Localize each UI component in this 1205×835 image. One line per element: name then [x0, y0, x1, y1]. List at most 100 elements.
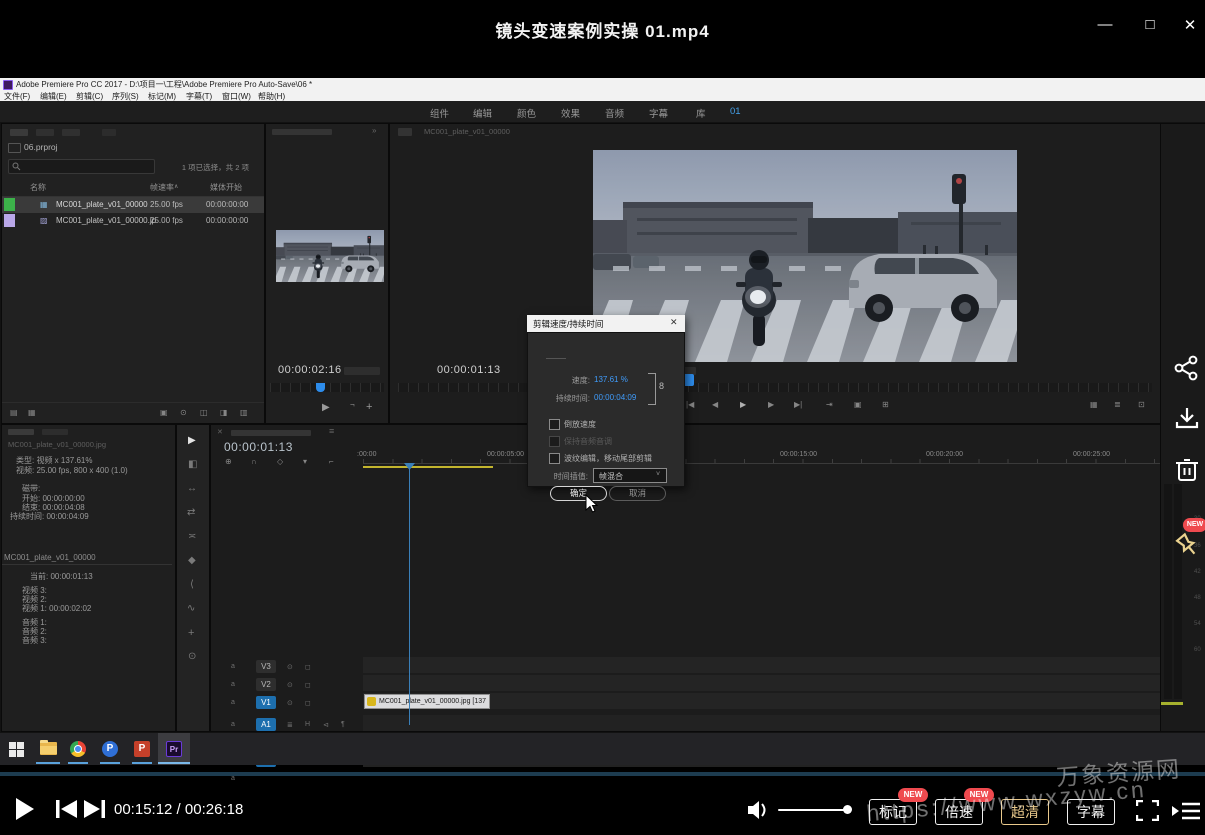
project-search-input[interactable]	[8, 159, 155, 174]
chrome-icon[interactable]	[70, 741, 86, 757]
workspace-editing[interactable]: 编辑	[473, 106, 492, 120]
project-row[interactable]: ▨ MC001_plate_v01_00000.jp 25.00 fps 00:…	[2, 213, 264, 229]
solo-icon[interactable]: H	[305, 721, 310, 728]
cancel-button[interactable]: 取消	[609, 486, 666, 501]
column-fps[interactable]: 帧速率	[150, 182, 174, 193]
project-panel-tab-blur2[interactable]	[36, 129, 54, 136]
project-panel-tab-blur[interactable]	[10, 129, 28, 136]
track-v3-badge[interactable]: V3	[256, 660, 276, 673]
column-name[interactable]: 名称	[30, 182, 46, 193]
minimize-button[interactable]: —	[1093, 16, 1117, 33]
new-bin-icon[interactable]: ◫	[200, 408, 208, 417]
workspace-assembly[interactable]: 组件	[430, 106, 449, 120]
pin-icon[interactable]	[1173, 531, 1203, 561]
volume-icon[interactable]	[746, 798, 770, 822]
effects-tab-blur[interactable]	[42, 429, 68, 435]
link-chain-icon[interactable]: 8	[659, 381, 664, 391]
reverse-speed-label[interactable]: 倒放速度	[564, 419, 596, 430]
ripple-edit-label[interactable]: 波纹编辑，移动尾部剪辑	[564, 453, 652, 464]
play-icon[interactable]: ▶	[740, 400, 746, 409]
download-icon[interactable]	[1174, 406, 1200, 432]
extract-icon[interactable]: ⊞	[882, 400, 889, 409]
timeline-menu-icon[interactable]: ≡	[329, 426, 334, 436]
next-button[interactable]	[84, 799, 106, 819]
ripple-edit-tool-icon[interactable]: ↔	[187, 483, 197, 494]
lift-icon[interactable]: ▣	[854, 400, 862, 409]
subtitle-button[interactable]: 字幕	[1067, 799, 1115, 825]
share-icon[interactable]	[1174, 355, 1200, 383]
timeline-tab-blur[interactable]	[231, 430, 311, 436]
track-visibility-icon[interactable]: ◻	[305, 681, 311, 689]
workspace-01[interactable]: 01	[730, 106, 741, 117]
ripple-edit-checkbox[interactable]	[549, 453, 560, 464]
track-lock-icon[interactable]: a	[231, 699, 235, 706]
work-area-bar[interactable]	[363, 466, 493, 468]
track-lock-icon[interactable]: a	[231, 681, 235, 688]
go-to-in-icon[interactable]: |◀	[686, 400, 694, 409]
item-name[interactable]: MC001_plate_v01_00000.jp	[56, 216, 156, 225]
nest-icon[interactable]: ⌐	[329, 457, 334, 466]
program-monitor-tab[interactable]: MC001_plate_v01_00000	[424, 127, 510, 136]
list-view-icon[interactable]: ▤	[10, 408, 18, 417]
delete-icon[interactable]: ▥	[240, 408, 248, 417]
source-timecode[interactable]: 00:00:02:16	[278, 364, 342, 376]
automate-icon[interactable]: ▣	[160, 408, 168, 417]
dialog-titlebar[interactable]: 剪辑速度/持续时间 ✕	[527, 315, 685, 332]
windows-start-icon[interactable]	[9, 742, 24, 757]
playlist-icon[interactable]	[1172, 801, 1200, 820]
maximize-button[interactable]: □	[1138, 16, 1162, 33]
track-visibility-icon[interactable]: ◻	[305, 699, 311, 707]
comparison-view-icon[interactable]: ≣	[1114, 400, 1121, 409]
volume-slider-knob[interactable]	[843, 805, 852, 814]
item-name[interactable]: MC001_plate_v01_00000	[56, 200, 148, 209]
slip-tool-icon[interactable]: ◆	[188, 555, 196, 566]
master-track-icon[interactable]: a	[231, 775, 235, 782]
workspace-audio[interactable]: 音频	[605, 106, 624, 120]
selection-tool-icon[interactable]: ▶	[188, 435, 196, 446]
snap-icon[interactable]: ⊕	[225, 457, 232, 466]
panel-menu-icon[interactable]	[102, 129, 116, 136]
info-tab-blur[interactable]	[8, 429, 34, 435]
premiere-taskbar-slot[interactable]: Pr	[158, 733, 190, 765]
source-add-button-icon[interactable]: +	[366, 401, 372, 413]
time-interpolation-select[interactable]: 帧混合 ˅	[593, 468, 667, 483]
timeline-timecode[interactable]: 00:00:01:13	[224, 440, 293, 454]
source-scrubber[interactable]	[270, 383, 384, 392]
project-panel-tab-blur3[interactable]	[62, 129, 80, 136]
blue-p-app-icon[interactable]: P	[102, 741, 118, 757]
linked-selection-icon[interactable]: ∩	[251, 457, 257, 466]
track-v2-badge[interactable]: V2	[256, 678, 276, 691]
track-lock-icon[interactable]: a	[231, 721, 235, 728]
mark-button[interactable]: 标记	[869, 799, 917, 825]
workspace-color[interactable]: 颜色	[517, 106, 536, 120]
settings-wrench-icon[interactable]: ⊡	[1138, 400, 1145, 409]
sync-lock-icon[interactable]: ⊙	[287, 681, 293, 689]
timeline-clip[interactable]: MC001_plate_v01_00000.jpg [137	[364, 694, 490, 709]
program-scrubber[interactable]	[398, 383, 1152, 392]
export-frame-icon[interactable]: ▦	[1090, 400, 1098, 409]
label-swatch-lavender[interactable]	[4, 214, 15, 227]
panel-overflow-icon[interactable]: »	[372, 126, 376, 135]
powerpoint-icon[interactable]: P	[134, 741, 150, 757]
column-start[interactable]: 媒体开始	[210, 182, 242, 193]
sync-lock-icon[interactable]: ⊙	[287, 699, 293, 707]
new-item-icon[interactable]: ◨	[220, 408, 228, 417]
timeline-ruler[interactable]: :00:00 00:00:05:00 00:00:10:00 00:00:15:…	[363, 449, 1160, 464]
add-marker-icon[interactable]: ◇	[277, 457, 283, 466]
zoom-tool-icon[interactable]: ⊙	[188, 651, 196, 662]
quality-button[interactable]: 超清	[1001, 799, 1049, 825]
source-play-icon[interactable]: ▶	[322, 402, 330, 413]
track-visibility-icon[interactable]: ◻	[305, 663, 311, 671]
timeline-close-icon[interactable]: ✕	[217, 428, 223, 436]
rate-stretch-tool-icon[interactable]: ⇄	[187, 507, 195, 518]
source-video-thumbnail[interactable]	[276, 230, 384, 282]
meter-icon[interactable]: ¶	[341, 721, 345, 728]
dialog-close-icon[interactable]: ✕	[670, 317, 678, 328]
project-name[interactable]: 06.prproj	[24, 142, 58, 152]
source-monitor-tab-blur[interactable]	[272, 129, 332, 135]
volume-slider[interactable]	[778, 809, 848, 811]
track-select-tool-icon[interactable]: ◧	[188, 459, 197, 470]
source-export-icon[interactable]: ¬	[350, 400, 355, 409]
speed-value[interactable]: 137.61 %	[594, 375, 628, 384]
find-icon[interactable]: ⊙	[180, 408, 187, 417]
